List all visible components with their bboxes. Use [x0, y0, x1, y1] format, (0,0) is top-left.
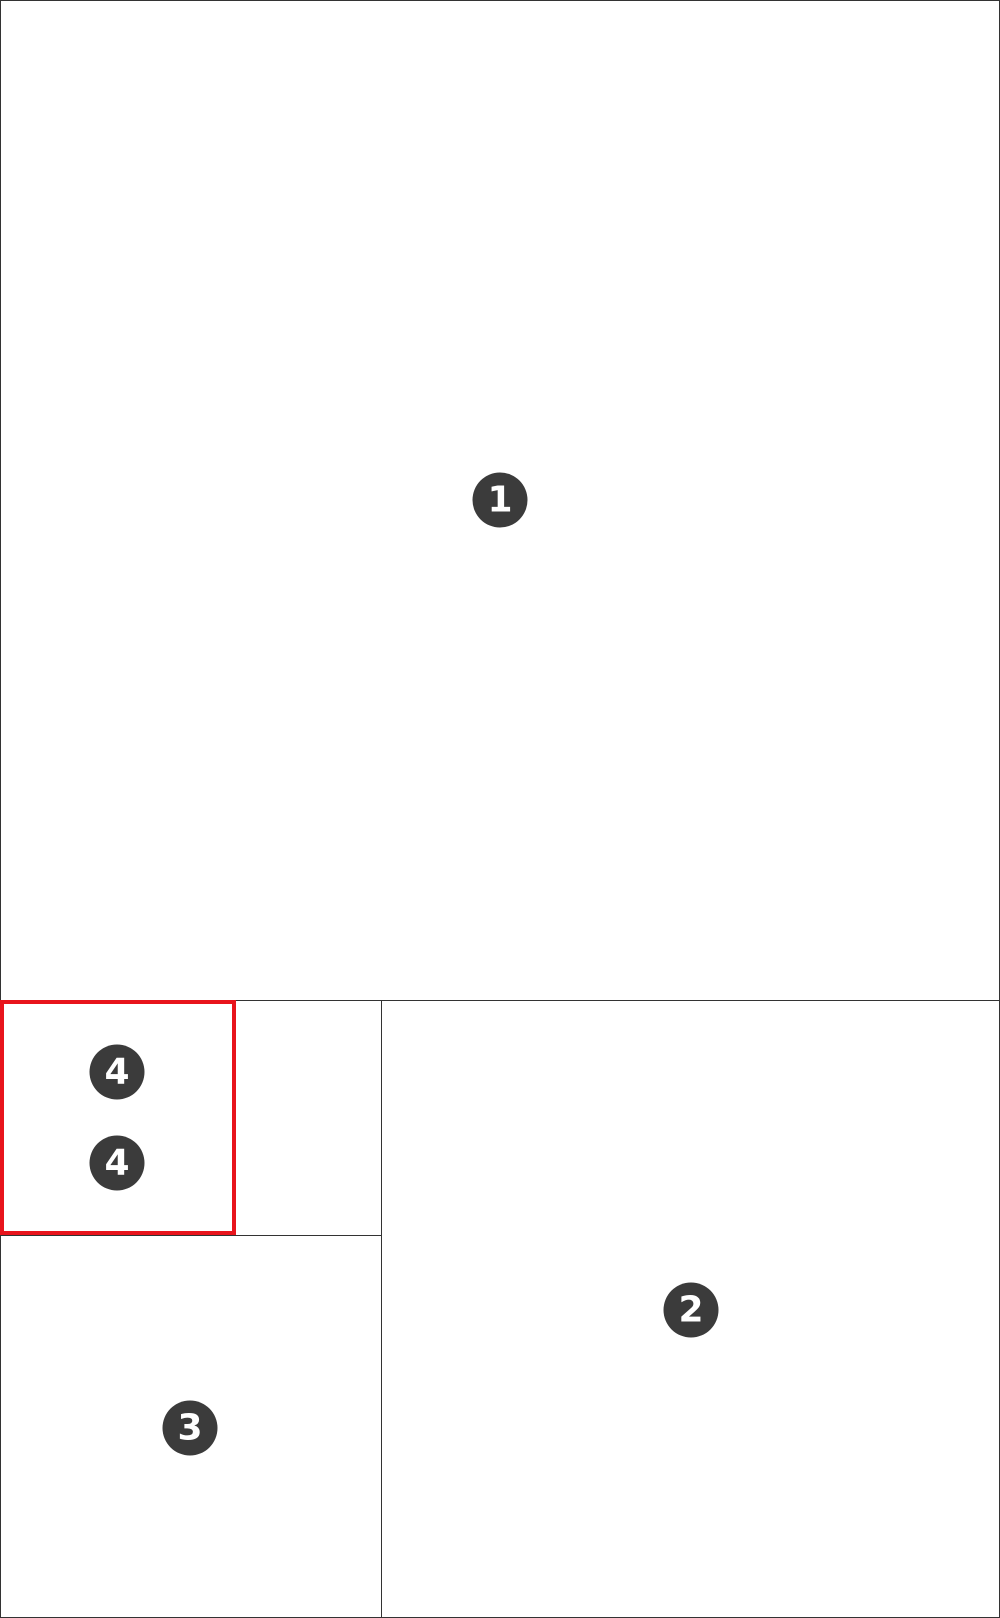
frame-left-line — [0, 0, 1, 1618]
horizontal-divider-left — [0, 1235, 382, 1236]
vertical-divider — [381, 1000, 382, 1618]
panel-1-number-badge: 1 — [472, 472, 528, 528]
panel-2-number-badge: 2 — [663, 1282, 719, 1338]
frame-top-line — [0, 0, 1000, 1]
panel-4-number-badge-top: 4 — [89, 1044, 145, 1100]
panel-3-number-badge: 3 — [162, 1400, 218, 1456]
panel-4-highlight-box — [0, 1000, 236, 1235]
panel-4-number-badge-bottom: 4 — [89, 1135, 145, 1191]
layout-diagram: 1 2 3 4 4 — [0, 0, 1000, 1618]
